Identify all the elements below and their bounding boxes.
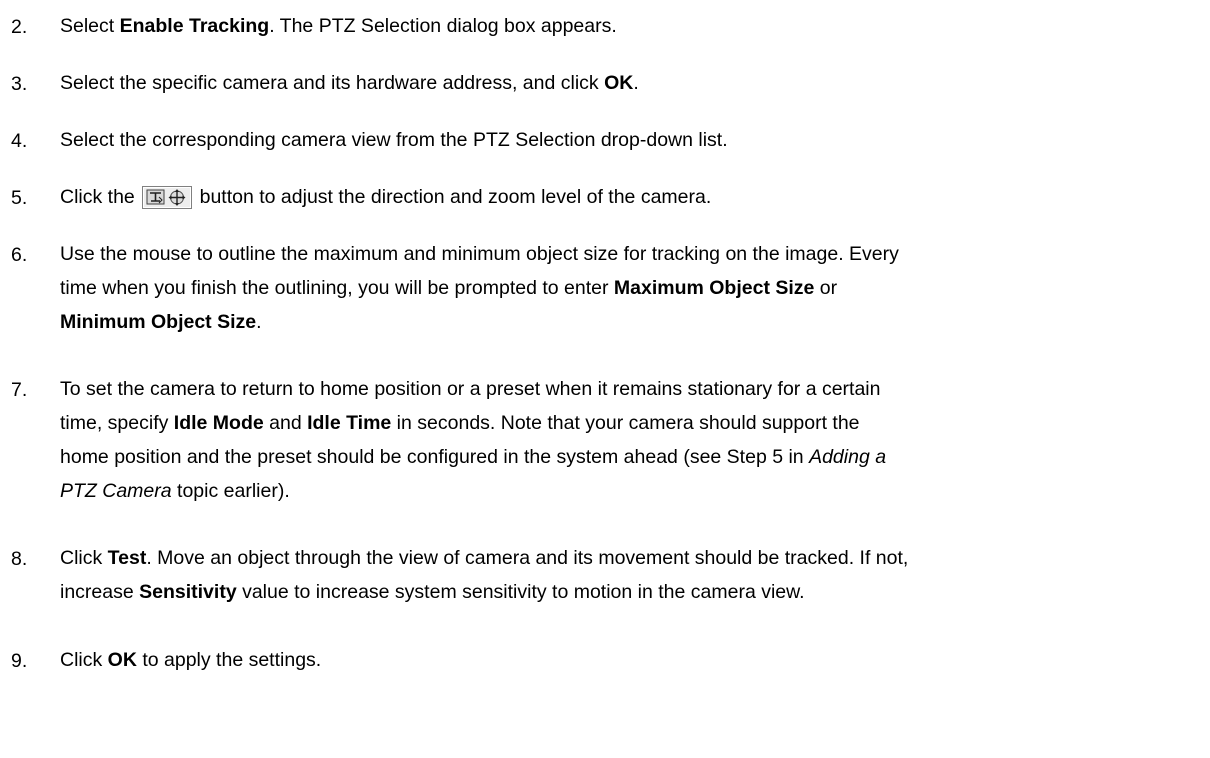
step-line: Select the corresponding camera view fro… [60, 123, 1210, 157]
ui-term: OK [604, 72, 634, 94]
step-text: Select the specific camera and its hardw… [60, 66, 1210, 100]
step-line: Select Enable Tracking. The PTZ Selectio… [60, 9, 1210, 43]
text-segment: Click the [60, 186, 141, 208]
step-number: 2. [11, 16, 28, 38]
ui-term: Enable Tracking [119, 15, 270, 37]
ui-term: OK [107, 649, 137, 671]
topic-reference: Adding a [809, 446, 887, 468]
step-line: Select the specific camera and its hardw… [60, 66, 1210, 100]
ptz-control-button-icon[interactable] [142, 186, 193, 209]
text-segment: time when you finish the outlining, you … [60, 277, 614, 299]
text-segment: Use the mouse to outline the maximum and… [60, 243, 899, 265]
text-segment: or [814, 277, 838, 299]
step-line: home position and the preset should be c… [60, 440, 1210, 474]
text-segment: . Move an object through the view of cam… [146, 547, 909, 569]
step-line: PTZ Camera topic earlier). [60, 474, 1210, 508]
step-line: time when you finish the outlining, you … [60, 271, 1210, 305]
text-segment: . [633, 72, 639, 94]
text-segment: home position and the preset should be c… [60, 446, 810, 468]
step-number: 9. [11, 650, 28, 672]
text-segment: time, specify [60, 412, 174, 434]
text-segment: . The PTZ Selection dialog box appears. [269, 15, 617, 37]
step-line: Use the mouse to outline the maximum and… [60, 237, 1210, 271]
step-text: Click Test. Move an object through the v… [60, 541, 1210, 609]
text-segment: value to increase system sensitivity to … [236, 581, 805, 603]
ui-term: Idle Mode [173, 412, 264, 434]
step-text: Click OK to apply the settings. [60, 643, 1210, 677]
text-segment: Select [60, 15, 120, 37]
text-segment: To set the camera to return to home posi… [60, 378, 881, 400]
step-number: 7. [11, 379, 28, 401]
ui-term: Sensitivity [139, 581, 237, 603]
step-line: Click OK to apply the settings. [60, 643, 1210, 677]
step-text: To set the camera to return to home posi… [60, 372, 1210, 508]
step-line: time, specify Idle Mode and Idle Time in… [60, 406, 1210, 440]
step-line: Click Test. Move an object through the v… [60, 541, 1210, 575]
step-line: increase Sensitivity value to increase s… [60, 575, 1210, 609]
text-segment: in seconds. Note that your camera should… [391, 412, 860, 434]
step-text: Use the mouse to outline the maximum and… [60, 237, 1210, 339]
step-text: Select the corresponding camera view fro… [60, 123, 1210, 157]
step-number: 5. [11, 187, 28, 209]
text-segment: increase [60, 581, 140, 603]
step-text: Click the button to adjust the direction… [60, 180, 1210, 214]
step-text: Select Enable Tracking. The PTZ Selectio… [60, 9, 1210, 43]
ui-term: Test [107, 547, 147, 569]
step-number: 8. [11, 548, 28, 570]
ui-term: Minimum Object Size [60, 311, 257, 333]
ui-term: Maximum Object Size [613, 277, 815, 299]
text-segment: button to adjust the direction and zoom … [194, 186, 712, 208]
text-segment: topic earlier). [171, 480, 290, 502]
text-segment: Select the specific camera and its hardw… [60, 72, 605, 94]
text-segment: . [256, 311, 262, 333]
text-segment: Select the corresponding camera view fro… [60, 129, 728, 151]
step-line: Click the button to adjust the direction… [60, 180, 1210, 214]
step-number: 6. [11, 244, 28, 266]
step-line: Minimum Object Size. [60, 305, 1210, 339]
text-segment: to apply the settings. [136, 649, 322, 671]
topic-reference: PTZ Camera [60, 480, 172, 502]
text-segment: Click [60, 547, 108, 569]
ui-term: Idle Time [307, 412, 392, 434]
step-number: 3. [11, 73, 28, 95]
step-line: To set the camera to return to home posi… [60, 372, 1210, 406]
text-segment: and [263, 412, 308, 434]
step-number: 4. [11, 130, 28, 152]
text-segment: Click [60, 649, 108, 671]
